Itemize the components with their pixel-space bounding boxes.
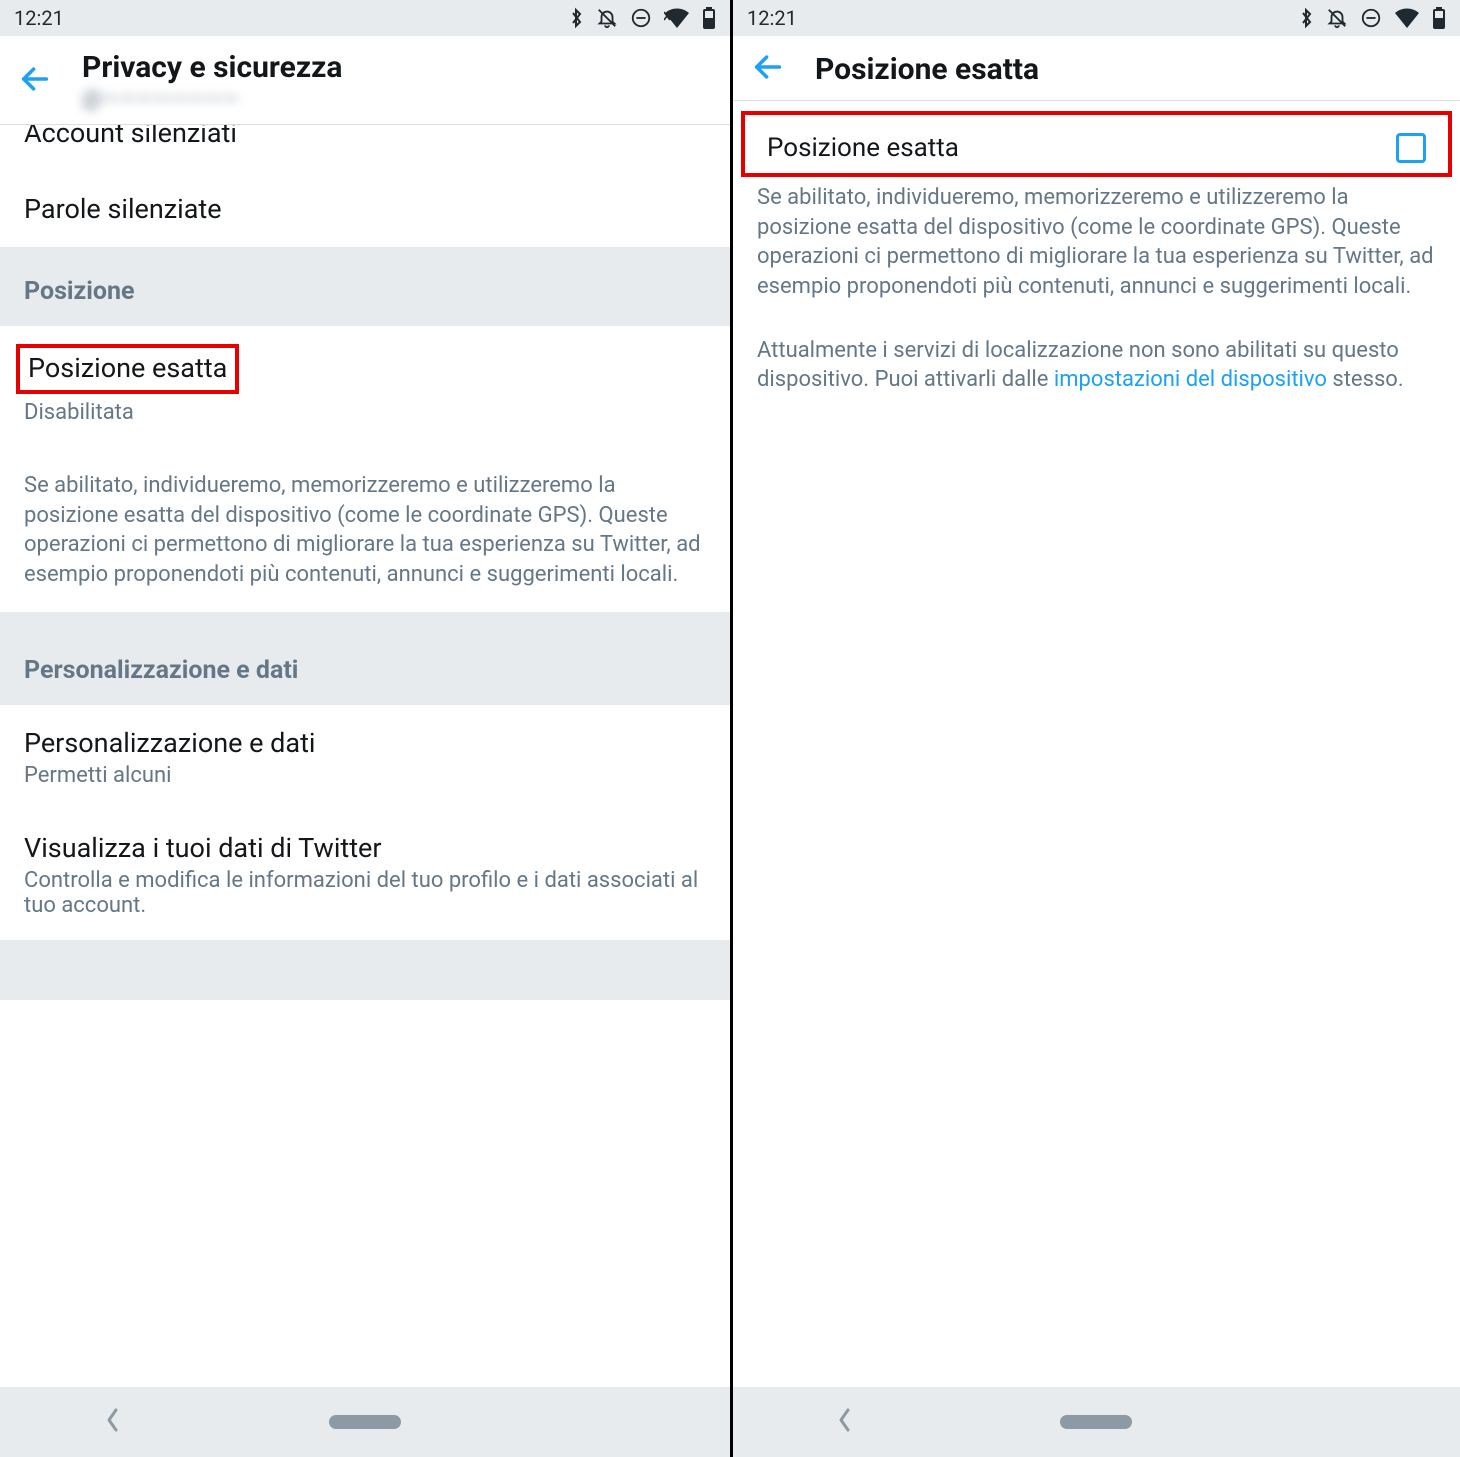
wifi-icon <box>1394 8 1420 28</box>
settings-content: Posizione esatta Se abilitato, individue… <box>733 101 1460 1387</box>
app-bar: Privacy e sicurezza @———————— <box>0 36 730 125</box>
battery-icon <box>1432 7 1446 29</box>
screen-precise-location: 12:21 Posizione esatta Posizione esatta … <box>730 0 1460 1457</box>
tutorial-highlight: Posizione esatta <box>16 344 239 394</box>
arrow-left-icon <box>751 50 785 84</box>
account-handle: @———————— <box>82 87 342 112</box>
list-item-status: Disabilitata <box>24 400 706 425</box>
page-title: Posizione esatta <box>815 52 1039 87</box>
arrow-left-icon <box>18 62 52 96</box>
list-item-twitter-data[interactable]: Visualizza i tuoi dati di Twitter Contro… <box>0 810 730 940</box>
location-services-note: Attualmente i servizi di localizzazione … <box>733 330 1460 395</box>
list-item-status: Permetti alcuni <box>24 763 706 788</box>
list-item-precise-location[interactable]: Posizione esatta Disabilitata <box>0 326 730 431</box>
status-time: 12:21 <box>14 6 64 30</box>
precise-location-description: Se abilitato, individueremo, memorizzere… <box>733 177 1460 302</box>
back-button[interactable] <box>751 50 785 88</box>
list-item-label: Visualizza i tuoi dati di Twitter <box>24 832 706 864</box>
dnd-circle-icon <box>630 7 652 29</box>
status-bar: 12:21 <box>0 0 730 36</box>
section-header-position: Posizione <box>0 247 730 326</box>
list-item-description: Controlla e modifica le informazioni del… <box>24 868 706 918</box>
app-bar: Posizione esatta <box>733 36 1460 101</box>
status-icons <box>569 7 716 29</box>
battery-icon <box>702 7 716 29</box>
list-item-label: Posizione esatta <box>28 352 227 384</box>
toggle-precise-location[interactable]: Posizione esatta <box>741 111 1452 177</box>
bluetooth-icon <box>569 7 584 29</box>
status-time: 12:21 <box>747 6 797 30</box>
section-gap <box>0 940 730 1000</box>
system-nav-bar <box>0 1387 730 1457</box>
list-item-label: Personalizzazione e dati <box>24 727 706 759</box>
list-item-muted-words[interactable]: Parole silenziate <box>0 171 730 247</box>
system-nav-bar <box>733 1387 1460 1457</box>
chevron-left-icon <box>104 1406 122 1434</box>
list-item-personalization[interactable]: Personalizzazione e dati Permetti alcuni <box>0 705 730 810</box>
list-item-muted-accounts[interactable]: Account silenziati <box>0 125 730 171</box>
list-item-label: Account silenziati <box>24 125 706 149</box>
wifi-icon <box>664 8 690 28</box>
status-bar: 12:21 <box>733 0 1460 36</box>
dnd-bell-icon <box>1326 7 1348 29</box>
section-header-personalization: Personalizzazione e dati <box>0 612 730 705</box>
screen-privacy-security: 12:21 Privacy e sicurezza @———————— Acco… <box>0 0 730 1457</box>
precise-location-description: Se abilitato, individueremo, memorizzere… <box>0 431 730 612</box>
back-button[interactable] <box>18 62 52 100</box>
settings-list[interactable]: Account silenziati Parole silenziate Pos… <box>0 125 730 1387</box>
nav-back-button[interactable] <box>104 1406 122 1438</box>
chevron-left-icon <box>836 1406 854 1434</box>
page-title: Privacy e sicurezza <box>82 50 342 85</box>
nav-home-button[interactable] <box>329 1415 401 1429</box>
list-item-label: Parole silenziate <box>24 193 706 225</box>
checkbox-unchecked[interactable] <box>1396 133 1426 163</box>
dnd-bell-icon <box>596 7 618 29</box>
bluetooth-icon <box>1299 7 1314 29</box>
toggle-label: Posizione esatta <box>767 133 959 163</box>
status-icons <box>1299 7 1446 29</box>
nav-home-button[interactable] <box>1060 1415 1132 1429</box>
device-settings-link[interactable]: impostazioni del dispositivo <box>1054 367 1327 392</box>
dnd-circle-icon <box>1360 7 1382 29</box>
nav-back-button[interactable] <box>836 1406 854 1438</box>
